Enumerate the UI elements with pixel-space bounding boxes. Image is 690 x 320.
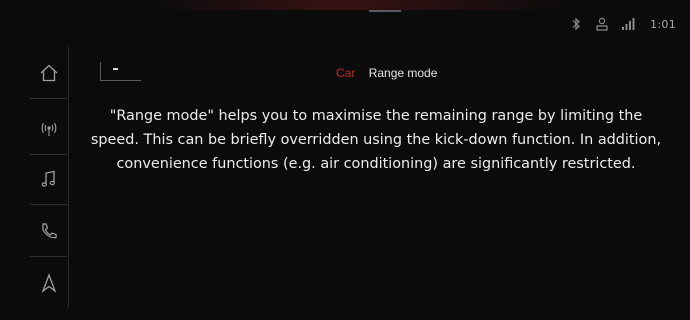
user-profile-icon (596, 17, 608, 31)
sidebar-divider (30, 256, 67, 257)
music-note-icon (41, 170, 55, 187)
infotainment-screen: 1:01 Car Range mode "Range mode" helps y… (0, 0, 690, 320)
back-button[interactable] (100, 62, 141, 81)
signal-icon (622, 18, 635, 30)
clock: 1:01 (650, 17, 676, 31)
pull-down-handle[interactable] (369, 10, 401, 12)
status-bar: 1:01 (568, 14, 676, 34)
navigation-arrow-icon (41, 273, 57, 293)
sidebar-divider (30, 154, 67, 155)
info-message: "Range mode" helps you to maximise the r… (90, 108, 662, 172)
back-icon (113, 68, 118, 70)
breadcrumb: Car Range mode (336, 66, 437, 80)
sidebar-item-navigation[interactable] (34, 268, 64, 298)
bluetooth-icon (572, 17, 580, 31)
radio-icon (41, 122, 57, 136)
sidebar-item-radio[interactable] (34, 114, 64, 144)
sidebar-divider (30, 98, 67, 99)
sidebar-divider (30, 204, 67, 205)
phone-icon (42, 223, 57, 239)
breadcrumb-section[interactable]: Car (336, 66, 355, 80)
top-glow (150, 0, 570, 10)
sidebar (30, 46, 69, 308)
sidebar-item-home[interactable] (34, 58, 64, 88)
page-title: Range mode (368, 66, 438, 80)
sidebar-item-phone[interactable] (34, 216, 64, 246)
home-icon (40, 64, 58, 82)
sidebar-item-media[interactable] (34, 164, 64, 194)
